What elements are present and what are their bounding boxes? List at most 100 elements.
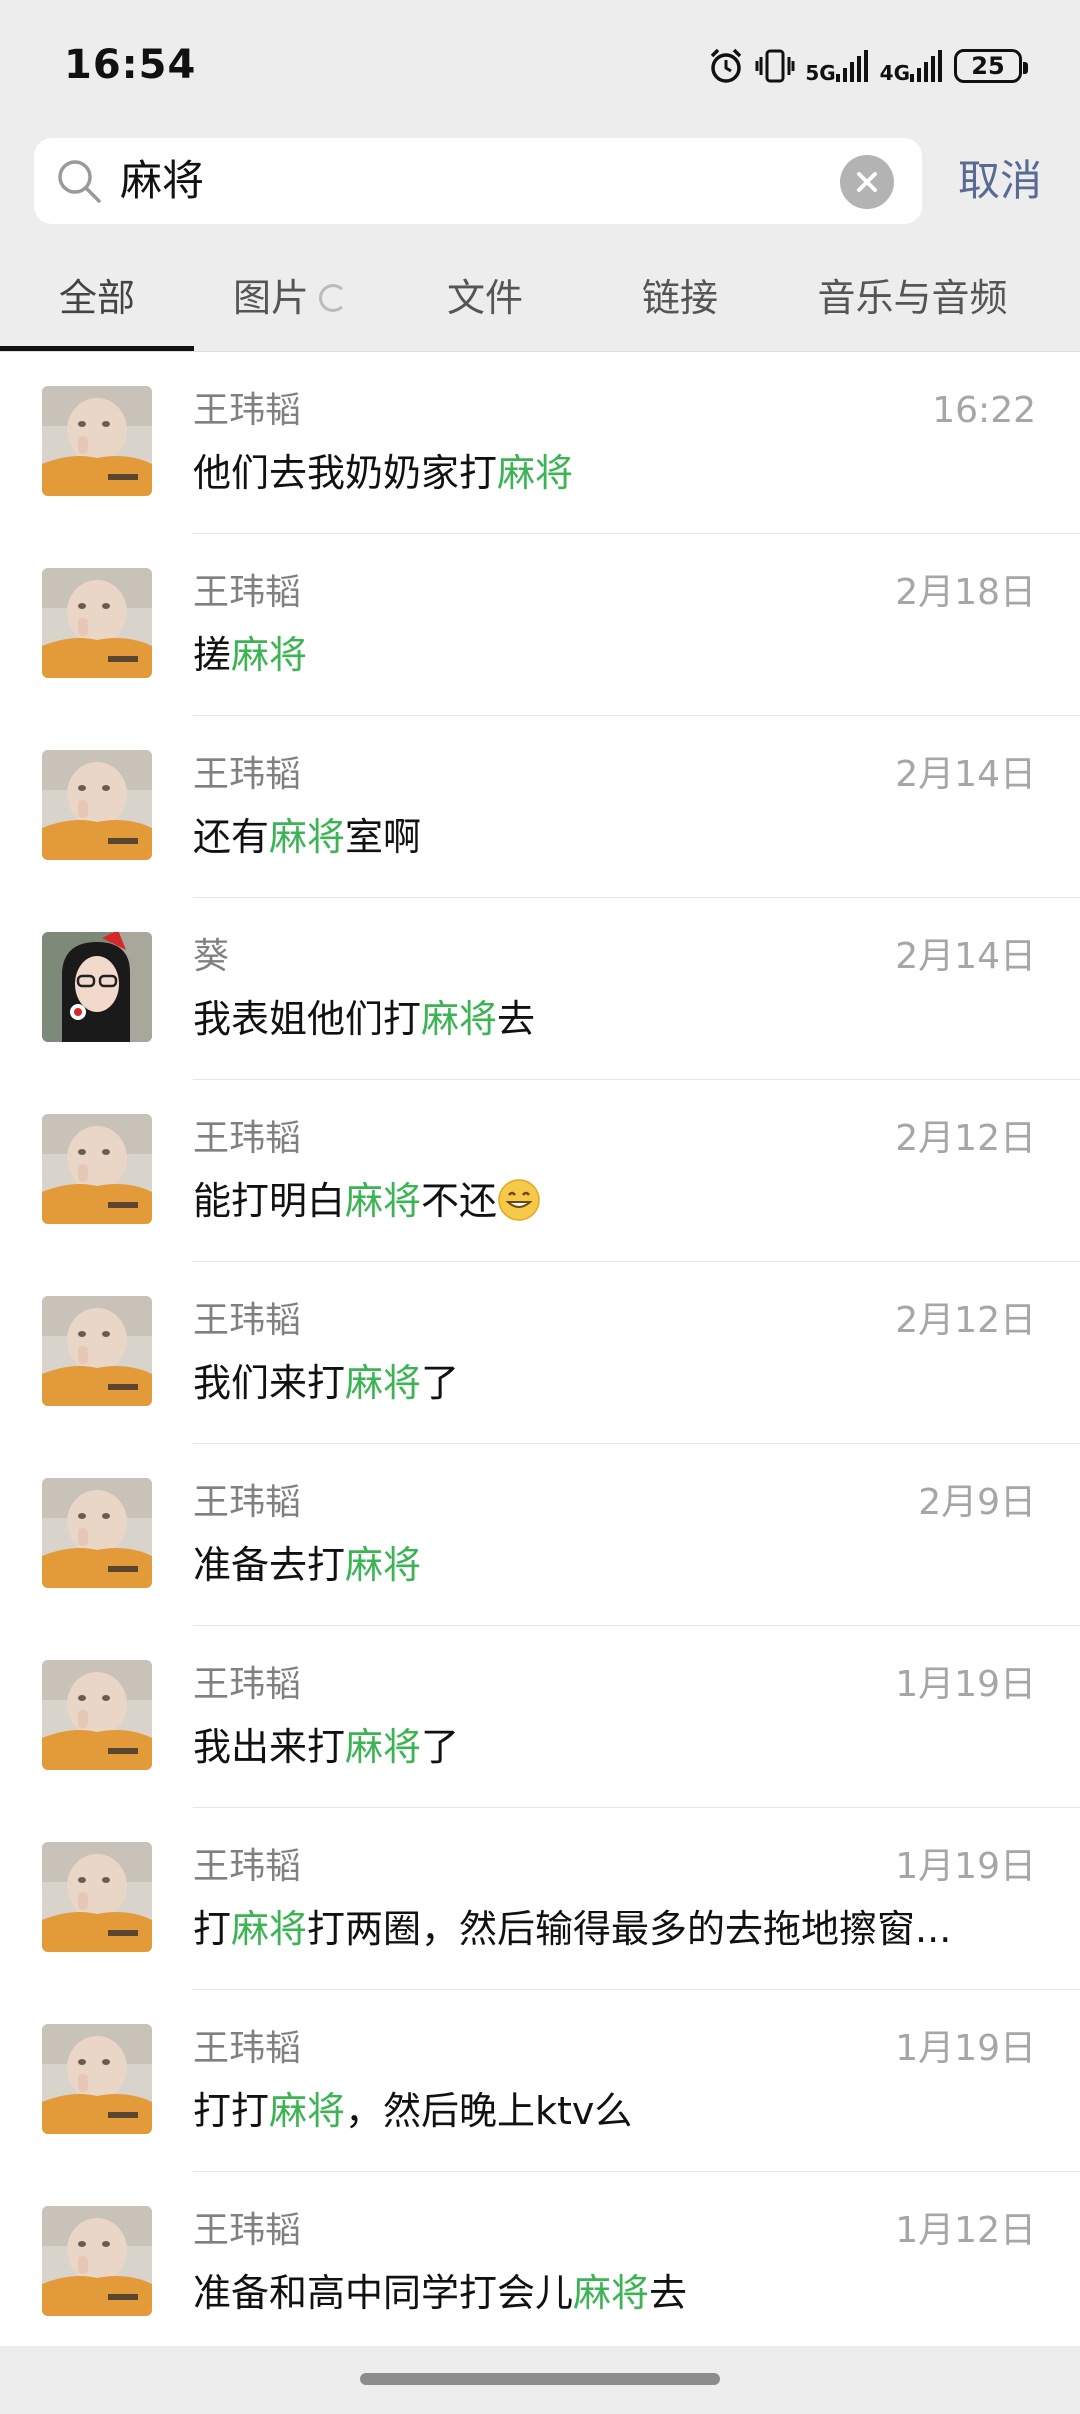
signal-5g: 5G — [805, 50, 869, 83]
avatar[interactable] — [42, 2206, 152, 2316]
sender-name: 王玮韬 — [193, 1482, 302, 1523]
message-date: 1月19日 — [895, 1846, 1036, 1887]
message-text-before: 还有 — [193, 815, 270, 859]
message-preview: 我出来打麻将了 — [193, 1722, 993, 1772]
avatar-image — [42, 1478, 152, 1588]
search-input[interactable]: 麻将 — [34, 138, 922, 224]
message-date: 1月12日 — [895, 2210, 1036, 2251]
message-text-after: 了 — [421, 1361, 460, 1405]
tab-files[interactable]: 文件 — [420, 248, 550, 352]
avatar-image — [42, 1114, 152, 1224]
avatar[interactable] — [42, 386, 152, 496]
search-results-list: 王玮韬 16:22 他们去我奶奶家打麻将 王玮韬 2月18日 搓麻将 王玮韬 2… — [0, 352, 1080, 2346]
search-result-item[interactable]: 王玮韬 2月12日 能打明白麻将不还 — [0, 1080, 1080, 1262]
message-text-before: 搓 — [193, 633, 232, 677]
keyword-highlight: 麻将 — [345, 1361, 422, 1405]
tab-links[interactable]: 链接 — [615, 248, 745, 352]
tab-all[interactable]: 全部 — [0, 248, 194, 352]
message-preview: 我们来打麻将了 — [193, 1358, 993, 1408]
message-text-before: 我表姐他们打 — [193, 997, 422, 1041]
search-result-item[interactable]: 王玮韬 2月18日 搓麻将 — [0, 534, 1080, 716]
message-text-after: ，然后晚上ktv么 — [345, 2089, 633, 2133]
message-date: 2月14日 — [895, 936, 1036, 977]
message-date: 2月9日 — [918, 1482, 1036, 1523]
sender-name: 王玮韬 — [193, 1664, 302, 1705]
message-date: 1月19日 — [895, 2028, 1036, 2069]
avatar[interactable] — [42, 2024, 152, 2134]
home-indicator[interactable] — [360, 2373, 720, 2385]
search-result-item[interactable]: 王玮韬 1月19日 我出来打麻将了 — [0, 1626, 1080, 1808]
search-query[interactable]: 麻将 — [120, 156, 204, 206]
message-text-before: 打打 — [193, 2089, 270, 2133]
active-tab-indicator — [0, 346, 194, 351]
message-text-after: 了 — [421, 1725, 460, 1769]
filter-tabs: 全部 图片 文件 链接 音乐与音频 — [0, 248, 1080, 352]
tab-images[interactable]: 图片 — [210, 248, 370, 352]
sender-name: 王玮韬 — [193, 572, 302, 613]
message-text-before: 我出来打 — [193, 1725, 346, 1769]
sender-name: 葵 — [193, 936, 230, 977]
sender-name: 王玮韬 — [193, 1846, 302, 1887]
avatar[interactable] — [42, 932, 152, 1042]
search-result-item[interactable]: 王玮韬 1月19日 打麻将打两圈，然后输得最多的去拖地擦窗... — [0, 1808, 1080, 1990]
keyword-highlight: 麻将 — [231, 633, 308, 677]
message-preview: 还有麻将室啊 — [193, 812, 993, 862]
message-text-after: 不还 — [421, 1179, 498, 1223]
loading-spinner-icon — [319, 283, 347, 312]
avatar-image — [42, 2206, 152, 2316]
keyword-highlight: 麻将 — [345, 1725, 422, 1769]
clear-search-button[interactable] — [840, 155, 894, 209]
message-text-before: 准备去打 — [193, 1543, 346, 1587]
avatar[interactable] — [42, 750, 152, 860]
sender-name: 王玮韬 — [193, 1118, 302, 1159]
message-text-after: 去 — [649, 2271, 688, 2315]
avatar-image — [42, 750, 152, 860]
search-result-item[interactable]: 王玮韬 1月19日 打打麻将，然后晚上ktv么 — [0, 1990, 1080, 2172]
sender-name: 王玮韬 — [193, 2028, 302, 2069]
message-preview: 准备和高中同学打会儿麻将去 — [193, 2268, 993, 2318]
keyword-highlight: 麻将 — [497, 451, 574, 495]
search-result-item[interactable]: 王玮韬 2月9日 准备去打麻将 — [0, 1444, 1080, 1626]
search-result-item[interactable]: 王玮韬 2月14日 还有麻将室啊 — [0, 716, 1080, 898]
message-text-before: 打 — [193, 1907, 232, 1951]
vibrate-icon — [755, 49, 795, 83]
message-preview: 准备去打麻将 — [193, 1540, 993, 1590]
search-result-item[interactable]: 王玮韬 1月12日 准备和高中同学打会儿麻将去 — [0, 2172, 1080, 2346]
search-row: 麻将 取消 — [0, 130, 1080, 248]
search-result-item[interactable]: 葵 2月14日 我表姐他们打麻将去 — [0, 898, 1080, 1080]
avatar-image — [42, 568, 152, 678]
message-text-before: 准备和高中同学打会儿 — [193, 2271, 574, 2315]
keyword-highlight: 麻将 — [269, 2089, 346, 2133]
avatar-image — [42, 386, 152, 496]
message-date: 16:22 — [932, 390, 1036, 431]
message-date: 2月12日 — [895, 1118, 1036, 1159]
avatar[interactable] — [42, 1296, 152, 1406]
avatar[interactable] — [42, 1660, 152, 1770]
avatar[interactable] — [42, 1842, 152, 1952]
keyword-highlight: 麻将 — [573, 2271, 650, 2315]
message-preview: 打打麻将，然后晚上ktv么 — [193, 2086, 993, 2136]
message-preview: 打麻将打两圈，然后输得最多的去拖地擦窗... — [193, 1904, 993, 1954]
tab-music-audio[interactable]: 音乐与音频 — [800, 248, 1025, 352]
keyword-highlight: 麻将 — [345, 1543, 422, 1587]
sender-name: 王玮韬 — [193, 2210, 302, 2251]
message-text-before: 他们去我奶奶家打 — [193, 451, 498, 495]
keyword-highlight: 麻将 — [269, 815, 346, 859]
avatar-image — [42, 2024, 152, 2134]
search-result-item[interactable]: 王玮韬 2月12日 我们来打麻将了 — [0, 1262, 1080, 1444]
signal-bars-icon — [910, 50, 942, 82]
cancel-button[interactable]: 取消 — [958, 156, 1042, 206]
avatar-image — [42, 1842, 152, 1952]
avatar[interactable] — [42, 1478, 152, 1588]
avatar[interactable] — [42, 1114, 152, 1224]
search-result-item[interactable]: 王玮韬 16:22 他们去我奶奶家打麻将 — [0, 352, 1080, 534]
message-text-before: 我们来打 — [193, 1361, 346, 1405]
message-text-after: 去 — [497, 997, 536, 1041]
message-preview: 他们去我奶奶家打麻将 — [193, 448, 993, 498]
message-text-after: 打两圈，然后输得最多的去拖地擦窗... — [307, 1907, 952, 1951]
message-text-before: 能打明白 — [193, 1179, 346, 1223]
signal-bars-icon — [835, 50, 868, 82]
message-preview: 我表姐他们打麻将去 — [193, 994, 993, 1044]
avatar[interactable] — [42, 568, 152, 678]
message-text-after: 室啊 — [345, 815, 422, 859]
